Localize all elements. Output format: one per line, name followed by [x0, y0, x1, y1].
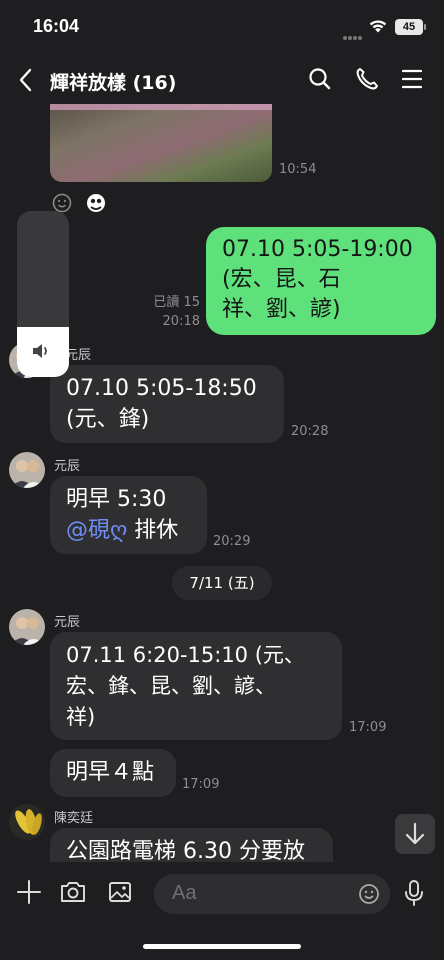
camera-icon[interactable] — [59, 879, 87, 905]
avatar[interactable] — [9, 804, 45, 840]
message-time: 20:29 — [213, 534, 251, 549]
incoming-message-bubble[interactable]: 07.10 5:05-18:50 (元、鋒) — [50, 365, 284, 443]
read-receipt: 已讀 15 — [153, 295, 200, 310]
outgoing-message-bubble[interactable]: 07.10 5:05-19:00 (宏、昆、石 祥、劉、諺) — [206, 227, 436, 335]
incoming-message-bubble[interactable]: 07.11 6:20-15:10 (元、 宏、鋒、昆、劉、諺、 祥) — [50, 632, 342, 740]
message-text: 明早 5:30 — [66, 487, 167, 512]
message-text: 07.11 6:20-15:10 (元、 — [66, 643, 305, 667]
date-divider: 7/11 (五) — [172, 566, 272, 600]
message-text: 宏、鋒、昆、劉、諺、 — [66, 674, 276, 698]
microphone-icon[interactable] — [403, 879, 425, 907]
incoming-message-bubble[interactable]: 明早 5:30 @硯ღ 排休 — [50, 476, 207, 554]
sticker-reaction-icon[interactable] — [85, 192, 107, 214]
chat-area[interactable]: 10:54 07.10 5:05-19:00 (宏、昆、石 祥、劉、諺) 已讀 … — [0, 0, 444, 888]
message-text: 祥、劉、諺) — [222, 297, 341, 322]
speaker-icon — [33, 344, 47, 358]
mention-link[interactable]: @硯ღ — [66, 518, 127, 543]
avatar[interactable] — [9, 609, 45, 645]
message-text: 明早４點 — [66, 760, 155, 785]
avatar[interactable] — [9, 452, 45, 488]
message-time: 20:28 — [291, 424, 329, 439]
message-time: 10:54 — [279, 162, 317, 177]
home-indicator — [143, 944, 301, 949]
volume-slider[interactable] — [17, 211, 69, 377]
message-text: (元、鋒) — [66, 407, 150, 432]
photo-message[interactable] — [50, 104, 272, 182]
message-text: 07.10 5:05-19:00 — [222, 237, 413, 262]
scroll-to-bottom-button[interactable] — [395, 814, 435, 854]
sender-name: 元辰 — [54, 459, 81, 474]
sender-name: 陳奕廷 — [54, 811, 94, 826]
incoming-message-bubble[interactable]: 明早４點 — [50, 749, 176, 797]
message-time: 17:09 — [182, 777, 220, 792]
message-time: 17:09 — [349, 720, 387, 735]
input-bar: Aa — [0, 862, 444, 960]
message-text: 排休 — [127, 518, 179, 543]
message-input-placeholder: Aa — [172, 882, 197, 904]
image-icon[interactable] — [107, 879, 133, 905]
sender-name: 元辰 — [54, 615, 81, 630]
message-text: 07.10 5:05-18:50 — [66, 376, 257, 401]
message-text: @硯ღ 排休 — [66, 515, 191, 546]
message-input[interactable]: Aa — [154, 874, 390, 914]
plus-icon[interactable] — [16, 879, 42, 905]
emoji-icon[interactable] — [358, 883, 380, 905]
message-text: (宏、昆、石 — [222, 267, 341, 292]
message-time: 20:18 — [162, 314, 200, 329]
message-text: 祥) — [66, 705, 96, 729]
